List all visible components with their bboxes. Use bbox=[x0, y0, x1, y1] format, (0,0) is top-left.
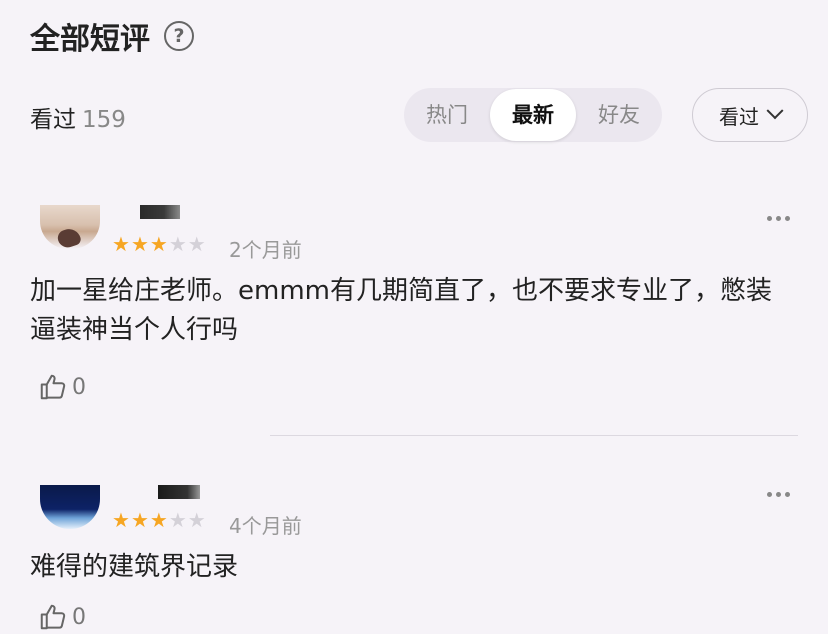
chevron-down-icon bbox=[766, 102, 784, 120]
more-options-icon[interactable] bbox=[767, 492, 790, 497]
like-button[interactable]: 0 bbox=[38, 372, 86, 402]
like-button[interactable]: 0 bbox=[38, 602, 86, 632]
thumbs-up-icon bbox=[40, 374, 66, 400]
title-text: 全部短评 bbox=[30, 22, 150, 57]
username-redacted[interactable] bbox=[140, 205, 180, 219]
rating-stars: ★★★★★ bbox=[112, 508, 207, 532]
like-count: 0 bbox=[72, 604, 86, 630]
comment-text: 难得的建筑界记录 bbox=[30, 552, 239, 582]
tab-latest[interactable]: 最新 bbox=[490, 89, 576, 141]
star-icon: ★ bbox=[112, 508, 131, 532]
star-empty-icon: ★ bbox=[168, 508, 188, 532]
page-title: 全部短评 ? bbox=[30, 14, 194, 58]
avatar[interactable] bbox=[40, 205, 100, 249]
more-options-icon[interactable] bbox=[767, 216, 790, 221]
star-empty-icon: ★ bbox=[168, 232, 188, 256]
username-redacted[interactable] bbox=[158, 485, 200, 499]
filter-label: 看过 bbox=[719, 104, 759, 129]
thumbs-up-icon bbox=[40, 604, 66, 630]
like-count: 0 bbox=[72, 374, 86, 400]
filter-dropdown[interactable]: 看过 bbox=[692, 88, 808, 142]
tab-hot[interactable]: 热门 bbox=[404, 88, 490, 142]
star-icon: ★ bbox=[149, 232, 169, 256]
star-icon: ★ bbox=[149, 508, 169, 532]
star-empty-icon: ★ bbox=[187, 508, 207, 532]
comment-time: 4个月前 bbox=[229, 514, 302, 538]
star-icon: ★ bbox=[112, 232, 131, 256]
question-circle-icon[interactable]: ? bbox=[164, 21, 194, 51]
sort-tabs: 热门 最新 好友 bbox=[404, 88, 662, 142]
comment-divider bbox=[270, 435, 798, 436]
comment-time: 2个月前 bbox=[229, 238, 302, 262]
seen-summary: 看过 159 bbox=[30, 100, 126, 134]
seen-count: 159 bbox=[82, 107, 126, 133]
star-icon: ★ bbox=[130, 508, 150, 532]
tab-friends[interactable]: 好友 bbox=[576, 88, 662, 142]
avatar[interactable] bbox=[40, 485, 100, 529]
star-icon: ★ bbox=[130, 232, 150, 256]
seen-label: 看过 bbox=[30, 107, 76, 133]
star-empty-icon: ★ bbox=[187, 232, 207, 256]
rating-stars: ★★★★★ bbox=[112, 232, 207, 256]
comment-text: 加一星给庄老师。emmm有几期简直了，也不要求专业了，憋装逼装神当个人行吗 bbox=[30, 276, 772, 345]
